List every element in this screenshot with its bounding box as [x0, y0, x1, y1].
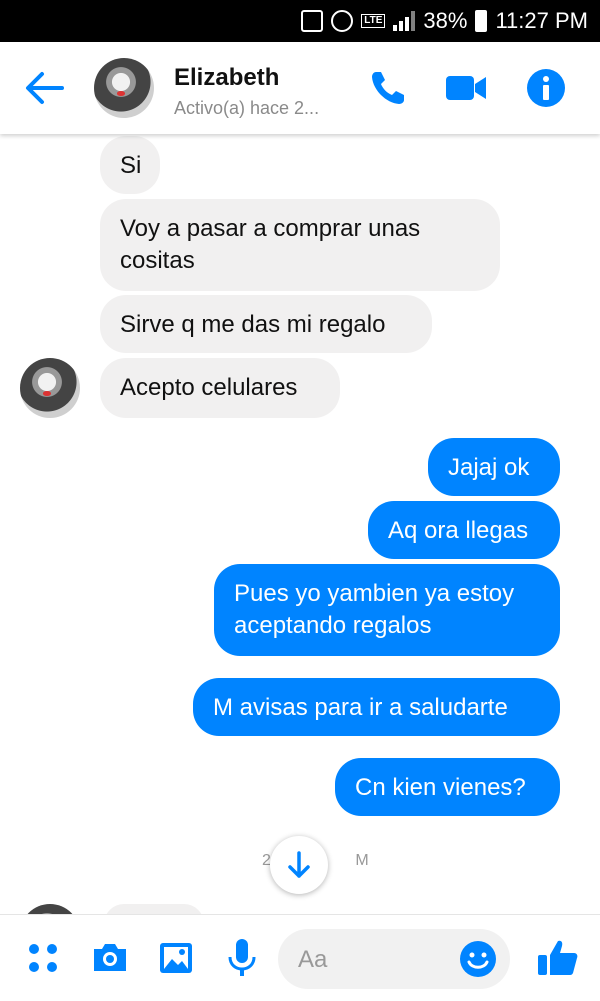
phone-icon[interactable]	[366, 66, 410, 110]
clock: 11:27 PM	[495, 8, 588, 33]
outgoing-message[interactable]: Jajaj ok	[428, 438, 560, 496]
status-icons: LTE 38% 11:27 PM	[301, 0, 588, 42]
outgoing-message[interactable]: Aq ora llegas	[368, 501, 560, 559]
alarm-icon	[331, 10, 354, 32]
contact-name[interactable]: Elizabeth	[174, 64, 279, 92]
like-icon[interactable]	[536, 935, 580, 979]
camera-icon[interactable]	[90, 935, 130, 979]
arrow-down-icon	[288, 851, 310, 878]
back-arrow-icon[interactable]	[22, 68, 68, 108]
gallery-icon[interactable]	[156, 935, 196, 979]
incoming-message-partial	[104, 904, 204, 914]
message-list[interactable]: Si Voy a pasar a comprar unas cositas Si…	[0, 134, 600, 914]
incoming-message[interactable]: Si	[100, 136, 160, 194]
apps-icon[interactable]	[24, 935, 64, 979]
battery-percent: 38%	[423, 8, 468, 33]
outgoing-message[interactable]: Pues yo yambien ya estoy aceptando regal…	[214, 564, 560, 656]
contact-avatar-small	[20, 358, 80, 418]
scroll-down-button[interactable]	[270, 836, 328, 894]
emoji-icon[interactable]	[458, 939, 498, 979]
status-bar: LTE 38% 11:27 PM	[0, 0, 600, 42]
vibrate-icon	[301, 10, 324, 32]
message-input[interactable]	[296, 929, 460, 991]
incoming-message[interactable]: Acepto celulares	[100, 358, 340, 418]
conversation-header: Elizabeth Activo(a) hace 2...	[0, 42, 600, 134]
info-icon[interactable]	[524, 66, 568, 110]
contact-avatar-small	[20, 904, 80, 914]
outgoing-message[interactable]: Cn kien vienes?	[335, 758, 560, 816]
lte-icon: LTE	[361, 14, 386, 28]
composer-bar	[0, 914, 600, 1001]
signal-icon	[393, 11, 416, 31]
video-icon[interactable]	[444, 66, 488, 110]
incoming-message[interactable]: Voy a pasar a comprar unas cositas	[100, 199, 500, 291]
outgoing-message[interactable]: M avisas para ir a saludarte	[193, 678, 560, 736]
microphone-icon[interactable]	[222, 935, 262, 979]
contact-avatar[interactable]	[94, 58, 154, 118]
incoming-message[interactable]: Sirve q me das mi regalo	[100, 295, 432, 353]
message-input-container[interactable]	[278, 929, 510, 991]
battery-icon	[475, 10, 488, 32]
contact-status: Activo(a) hace 2...	[174, 98, 320, 118]
